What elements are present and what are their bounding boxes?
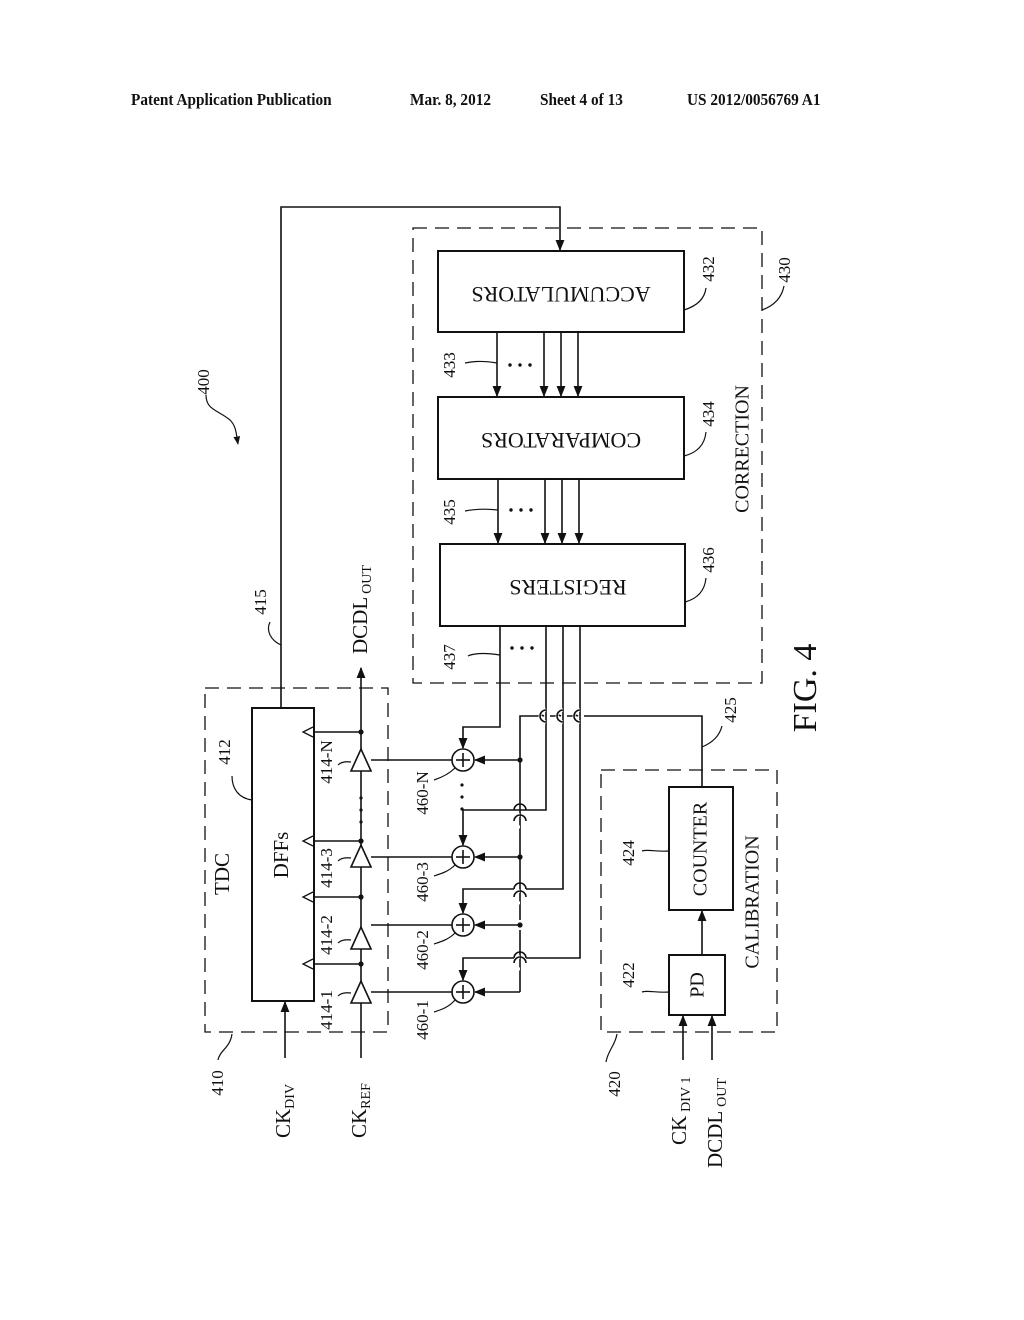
ref-434: 434 (699, 401, 718, 427)
signal-dcdl-out: DCDLOUT (348, 565, 375, 654)
tdc-title: TDC (210, 853, 234, 895)
adder-label-460-1: 460-1 (413, 1000, 432, 1040)
signal-ck-div: CKDIV (271, 1084, 298, 1138)
correction-title: CORRECTION (732, 385, 754, 513)
junction-dots (358, 729, 523, 967)
ref-422: 422 (619, 962, 638, 988)
ref-415: 415 (251, 589, 270, 615)
calibration-title: CALIBRATION (742, 835, 764, 968)
system-ref-arrow (205, 394, 241, 445)
dffs-label: DFFs (269, 832, 293, 879)
accumulators-label: ACCUMULATORS (471, 282, 650, 307)
delay-cell-414-2: 414-2 (317, 915, 336, 955)
ref-433: 433 (440, 352, 459, 378)
ref-437: 437 (440, 644, 459, 670)
delay-cell-414-3: 414-3 (317, 848, 336, 888)
ref-412: 412 (215, 739, 234, 765)
adder-460-2 (451, 913, 475, 937)
signal-ck-div1: CKDIV 1 (667, 1077, 694, 1145)
ref-410: 410 (208, 1070, 227, 1096)
comparators-label: COMPARATORS (481, 428, 641, 453)
circuit-diagram: ACCUMULATORS COMPARATORS REGISTERS TDC D… (194, 206, 824, 1168)
ref-424: 424 (619, 840, 638, 866)
signal-dcdl-out-calibration: DCDLOUT (703, 1078, 730, 1168)
dff-clock-edges (301, 726, 314, 970)
adder-to-buffer-lines (371, 759, 452, 993)
adder-460-3 (451, 845, 475, 869)
adder-460-1 (451, 980, 475, 1004)
adder-460-N (451, 748, 475, 772)
bus-425-line (519, 714, 703, 992)
buffer-414-3 (349, 843, 373, 868)
ref-435: 435 (440, 499, 459, 525)
buffer-414-2 (349, 925, 373, 950)
buffer-414-N (349, 747, 373, 772)
counter-label: COUNTER (690, 801, 712, 896)
ref-425: 425 (721, 697, 740, 723)
delay-cell-414-N: 414-N (317, 740, 336, 783)
pd-label: PD (687, 972, 709, 998)
ref-432: 432 (699, 256, 718, 282)
delay-cell-414-1: 414-1 (317, 990, 336, 1030)
adder-label-460-N: 460-N (413, 771, 432, 814)
ref-400: 400 (194, 369, 213, 395)
ref-420: 420 (605, 1071, 624, 1097)
bus-ellipsis (508, 363, 534, 650)
rotated-labels: TDC DFFs CORRECTION CALIBRATION PD COUNT… (194, 256, 824, 1168)
figure-caption: FIG. 4 (787, 644, 824, 733)
adder-label-460-2: 460-2 (413, 930, 432, 970)
registers-label: REGISTERS (509, 575, 626, 600)
ref-430: 430 (775, 257, 794, 283)
signal-ck-ref: CKREF (347, 1083, 374, 1138)
buffer-414-1 (349, 979, 373, 1004)
adder-label-460-3: 460-3 (413, 862, 432, 902)
ref-436: 436 (699, 547, 718, 573)
adder-ellipsis (460, 783, 464, 811)
